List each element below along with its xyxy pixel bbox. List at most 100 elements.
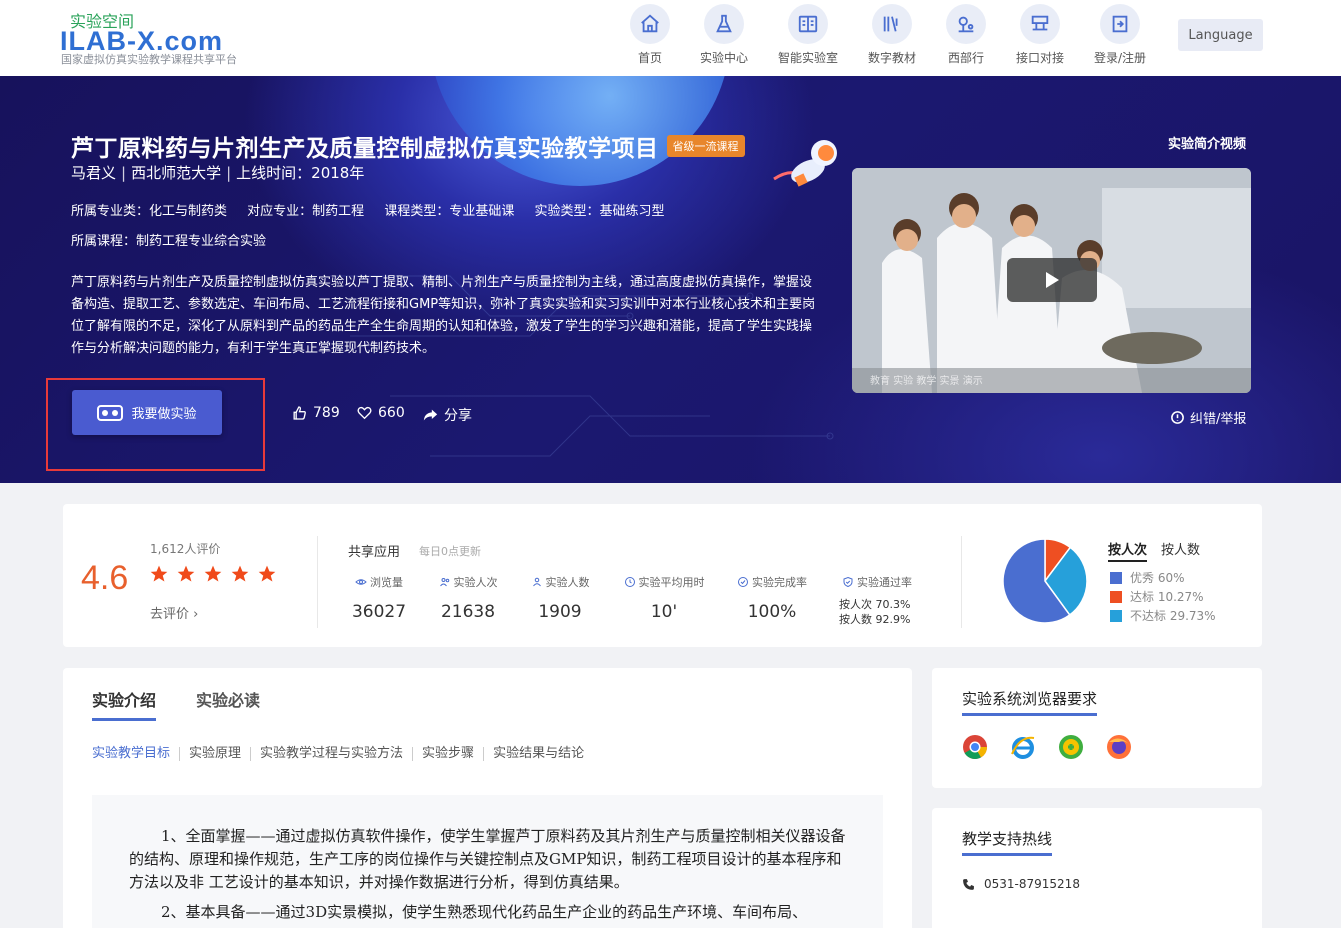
update-note: 每日0点更新 bbox=[419, 545, 481, 558]
nav-label: 实验中心 bbox=[699, 51, 748, 65]
legend-excellent: 优秀 60% bbox=[1110, 568, 1216, 587]
experiment-description: 芦丁原料药与片剂生产及质量控制虚拟仿真实验以芦丁提取、精制、片剂生产与质量控制为… bbox=[71, 275, 816, 356]
video-play-button[interactable] bbox=[1007, 258, 1097, 302]
360-browser-icon[interactable] bbox=[1058, 734, 1084, 760]
hotline-number[interactable]: 0531-87915218 bbox=[962, 877, 1080, 891]
ie-icon[interactable] bbox=[1010, 734, 1036, 760]
share-button[interactable]: 分享 bbox=[422, 405, 472, 425]
legend-pass: 达标 10.27% bbox=[1110, 587, 1216, 606]
site-logo[interactable]: 实验空间 ILAB-X.com 国家虚拟仿真实验教学课程共享平台 bbox=[60, 6, 290, 68]
star-icon bbox=[177, 565, 195, 582]
hotline-title: 教学支持热线 bbox=[962, 828, 1053, 856]
report-error-link[interactable]: 纠错/举报 bbox=[1170, 408, 1246, 427]
subtab-steps[interactable]: 实验步骤 bbox=[412, 747, 483, 761]
experiment-title: 芦丁原料药与片剂生产及质量控制虚拟仿真实验教学项目 bbox=[71, 136, 659, 162]
subtab-principle[interactable]: 实验原理 bbox=[179, 747, 250, 761]
tag-major-category: 所属专业类：化工与制药类 bbox=[71, 204, 228, 219]
subtab-process-method[interactable]: 实验教学过程与实验方法 bbox=[250, 747, 412, 761]
rating-stars bbox=[149, 564, 277, 584]
shield-icon bbox=[843, 576, 853, 588]
nav-digital-textbook[interactable]: 数字教材 bbox=[856, 4, 928, 66]
legend-swatch bbox=[1110, 590, 1122, 603]
nav-smart-lab[interactable]: 智能实验室 bbox=[772, 4, 844, 66]
pie-svg bbox=[1002, 538, 1088, 624]
metric-value: 1909 bbox=[538, 602, 582, 622]
metric-average-time: 实验平均用时 10' bbox=[618, 574, 710, 622]
chevron-right-icon: › bbox=[193, 607, 199, 622]
like-button[interactable]: 789 bbox=[291, 405, 340, 421]
home-icon bbox=[630, 4, 670, 44]
author-name[interactable]: 马君义 bbox=[71, 164, 116, 182]
nav-interface[interactable]: 接口对接 bbox=[1004, 4, 1076, 66]
experiment-meta: 马君义 | 西北师范大学 | 上线时间：2018年 bbox=[71, 164, 365, 182]
language-button[interactable]: Language bbox=[1178, 19, 1263, 51]
nav-label: 接口对接 bbox=[1015, 51, 1064, 65]
metric-experiment-people: 实验人数 1909 bbox=[527, 574, 593, 622]
chrome-icon[interactable] bbox=[962, 734, 988, 760]
share-icon bbox=[423, 409, 438, 421]
lab-book-icon bbox=[788, 4, 828, 44]
tab-experiment-intro[interactable]: 实验介绍 bbox=[92, 687, 157, 721]
provincial-course-badge: 省级一流课程 bbox=[666, 135, 745, 157]
nav-home[interactable]: 首页 bbox=[614, 4, 686, 66]
report-label: 纠错/举报 bbox=[1190, 412, 1247, 427]
browser-requirement-card: 实验系统浏览器要求 bbox=[932, 668, 1262, 788]
nav-lab-center[interactable]: 实验中心 bbox=[688, 4, 760, 66]
heart-icon bbox=[357, 406, 372, 420]
user-icon bbox=[532, 577, 541, 587]
pie-legend: 优秀 60% 达标 10.27% 不达标 29.73% bbox=[1110, 568, 1216, 625]
pass-rate-by-people: 按人数 92.9% bbox=[839, 613, 911, 626]
tab-experiment-must-read[interactable]: 实验必读 bbox=[196, 687, 260, 711]
pie-tab-by-times[interactable]: 按人次 bbox=[1108, 539, 1148, 562]
pie-tabs: 按人次 按人数 bbox=[1108, 539, 1200, 562]
tag-major: 对应专业：制药工程 bbox=[247, 204, 365, 219]
legend-label: 不达标 29.73% bbox=[1130, 609, 1216, 623]
location-icon bbox=[946, 4, 986, 44]
logo-subtitle: 国家虚拟仿真实验教学课程共享平台 bbox=[61, 53, 237, 66]
star-icon bbox=[231, 565, 249, 582]
online-time: 上线时间：2018年 bbox=[236, 164, 365, 182]
metric-label: 浏览量 bbox=[370, 576, 403, 589]
metric-label: 实验人次 bbox=[453, 576, 498, 589]
legend-swatch bbox=[1110, 609, 1122, 622]
nav-west-trip[interactable]: 西部行 bbox=[930, 4, 1002, 66]
intro-paragraph-2: 2、基本具备——通过3D实景模拟，使学生熟悉现代化药品生产企业的药品生产环境、车… bbox=[161, 903, 808, 921]
pie-tab-by-people[interactable]: 按人数 bbox=[1161, 539, 1200, 562]
favorite-count: 660 bbox=[378, 405, 405, 421]
intro-video[interactable]: 教育 实验 教学 实景 演示 bbox=[852, 168, 1251, 393]
metric-label: 实验通过率 bbox=[857, 576, 912, 589]
metric-value: 21638 bbox=[440, 602, 496, 622]
star-icon bbox=[150, 565, 168, 582]
metric-label: 实验人数 bbox=[545, 576, 590, 589]
nav-label: 智能实验室 bbox=[777, 51, 838, 65]
metric-label: 实验平均用时 bbox=[638, 576, 705, 589]
go-rate-link[interactable]: 去评价 › bbox=[150, 603, 198, 622]
metric-experiment-times: 实验人次 21638 bbox=[435, 574, 501, 622]
metric-value: 36027 bbox=[351, 602, 407, 622]
like-count: 789 bbox=[313, 405, 340, 421]
users-icon bbox=[439, 578, 449, 587]
nav-label: 西部行 bbox=[947, 51, 984, 65]
metric-value: 10' bbox=[650, 602, 678, 622]
share-app-title: 共享应用 bbox=[348, 545, 401, 560]
star-icon bbox=[258, 565, 276, 582]
top-header: 实验空间 ILAB-X.com 国家虚拟仿真实验教学课程共享平台 首页 实验中心… bbox=[0, 0, 1341, 76]
eye-icon bbox=[355, 579, 367, 585]
astronaut-icon bbox=[773, 140, 837, 187]
books-vr-icon bbox=[872, 4, 912, 44]
metric-completion-rate: 实验完成率 100% bbox=[732, 574, 812, 622]
nav-label: 数字教材 bbox=[867, 51, 916, 65]
hero-banner: 芦丁原料药与片剂生产及质量控制虚拟仿真实验教学项目 省级一流课程 马君义 | 西北师… bbox=[0, 76, 1341, 483]
experiment-intro-card: 实验介绍 实验必读 实验教学目标 实验原理 实验教学过程与实验方法 实验步骤 实… bbox=[63, 668, 912, 928]
intro-subtabs: 实验教学目标 实验原理 实验教学过程与实验方法 实验步骤 实验结果与结论 bbox=[92, 747, 593, 761]
clock-icon bbox=[624, 577, 635, 587]
subtab-teaching-goal[interactable]: 实验教学目标 bbox=[92, 747, 179, 761]
favorite-button[interactable]: 660 bbox=[356, 405, 405, 421]
nav-login[interactable]: 登录/注册 bbox=[1084, 4, 1156, 66]
nav-label: 首页 bbox=[637, 51, 662, 65]
legend-swatch bbox=[1110, 571, 1122, 584]
school-name[interactable]: 西北师范大学 bbox=[131, 164, 221, 182]
go-rate-label: 去评价 bbox=[150, 607, 190, 622]
subtab-results[interactable]: 实验结果与结论 bbox=[483, 747, 593, 761]
firefox-icon[interactable] bbox=[1106, 734, 1132, 760]
